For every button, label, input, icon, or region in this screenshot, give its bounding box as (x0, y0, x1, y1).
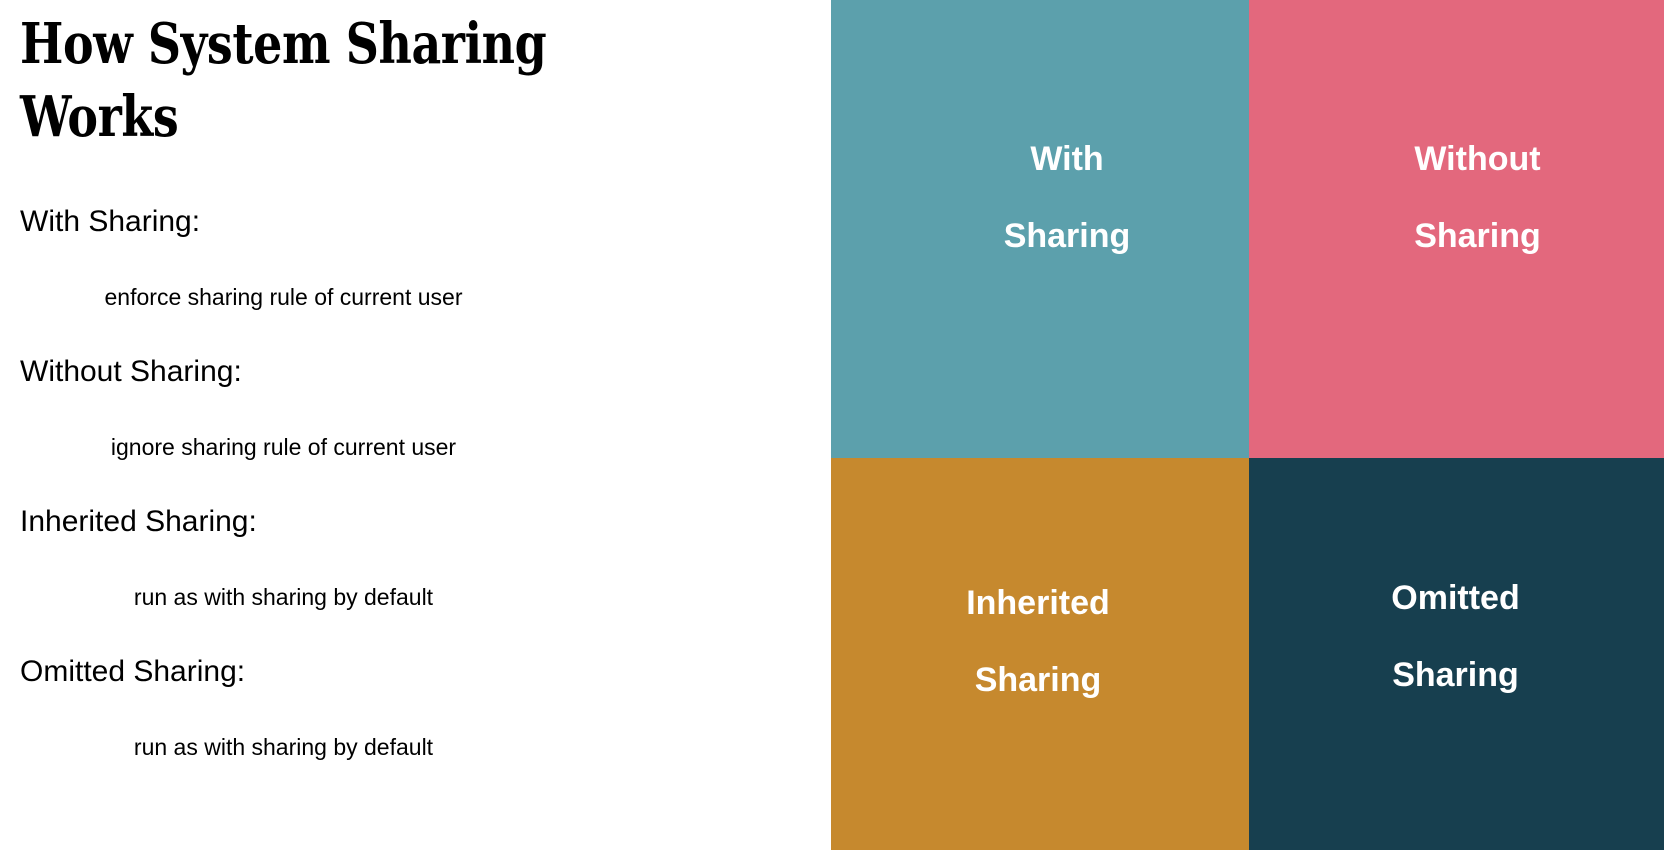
quadrant-inherited-sharing: Inherited Sharing (831, 458, 1249, 850)
sharing-quadrant-grid: With Sharing Without Sharing Inherited S… (831, 0, 1664, 850)
bullet-detail-inherited-sharing: run as with sharing by default (133, 583, 434, 610)
list-item: Omitted Sharing: run as with sharing by … (0, 646, 831, 796)
quadrant-without-sharing-line1: Without (1414, 140, 1541, 178)
quadrant-with-sharing-line2: Sharing (1003, 217, 1131, 255)
quadrant-omitted-sharing-line2: Sharing (1392, 656, 1519, 694)
quadrant-omitted-sharing: Omitted Sharing (1249, 458, 1664, 850)
quadrant-without-sharing: Without Sharing (1249, 0, 1664, 458)
bullet-heading-with-sharing: With Sharing: (20, 205, 201, 238)
quadrant-omitted-sharing-line1: Omitted (1391, 579, 1520, 617)
bullet-heading-without-sharing: Without Sharing: (20, 355, 242, 388)
left-text-panel: How System Sharing Works With Sharing: e… (0, 0, 831, 850)
bullet-detail-with-sharing: enforce sharing rule of current user (104, 283, 463, 310)
quadrant-with-sharing: With Sharing (831, 0, 1249, 458)
bullet-heading-omitted-sharing: Omitted Sharing: (20, 655, 246, 688)
quadrant-without-sharing-line2: Sharing (1414, 217, 1541, 255)
quadrant-inherited-sharing-line1: Inherited (966, 584, 1110, 622)
list-item: With Sharing: enforce sharing rule of cu… (0, 196, 831, 346)
quadrant-with-sharing-line1: With (1030, 140, 1104, 178)
page-title: How System Sharing Works (20, 11, 547, 150)
quadrant-inherited-sharing-line2: Sharing (974, 661, 1102, 699)
list-item: Without Sharing: ignore sharing rule of … (0, 346, 831, 496)
list-item: Inherited Sharing: run as with sharing b… (0, 496, 831, 646)
bullet-detail-without-sharing: ignore sharing rule of current user (110, 433, 457, 460)
bullet-heading-inherited-sharing: Inherited Sharing: (20, 505, 257, 538)
sharing-modes-list: With Sharing: enforce sharing rule of cu… (0, 196, 831, 796)
slide-canvas: How System Sharing Works With Sharing: e… (0, 0, 1664, 850)
bullet-detail-omitted-sharing: run as with sharing by default (133, 733, 434, 760)
